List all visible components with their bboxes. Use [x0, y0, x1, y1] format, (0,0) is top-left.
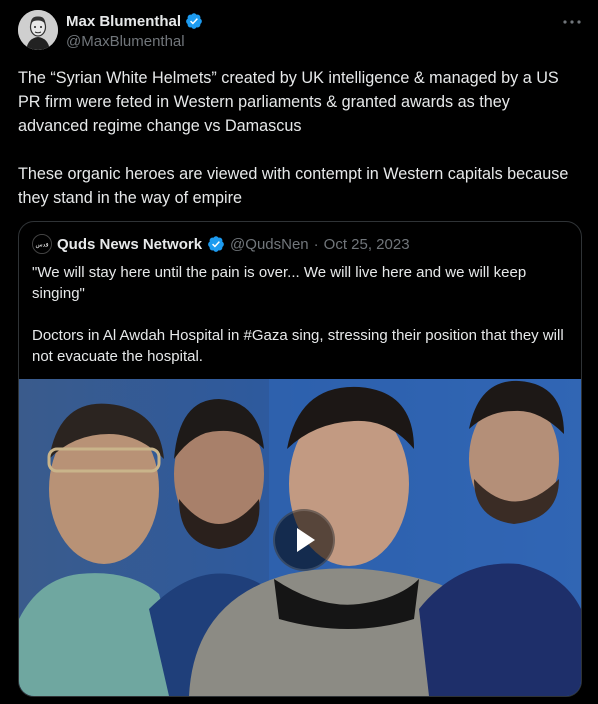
quoted-logo-text: قدس [36, 242, 49, 248]
meta-separator: · [313, 235, 319, 253]
quoted-author-name[interactable]: Quds News Network [57, 236, 202, 253]
author-name[interactable]: Max Blumenthal [66, 13, 181, 30]
tweet-text: The “Syrian White Helmets” created by UK… [18, 69, 569, 207]
quoted-tweet[interactable]: قدس Quds News Network @QudsNen · Oct 25,… [18, 221, 582, 697]
quoted-date[interactable]: Oct 25, 2023 [324, 236, 410, 253]
quoted-author-handle[interactable]: @QudsNen [230, 236, 309, 253]
quoted-tweet-text: "We will stay here until the pain is ove… [32, 264, 564, 365]
more-options-icon[interactable] [560, 10, 584, 34]
author-name-row[interactable]: Max Blumenthal [66, 12, 203, 30]
quoted-avatar[interactable]: قدس [32, 234, 52, 254]
video-thumbnail[interactable] [19, 379, 581, 696]
author-avatar[interactable] [18, 10, 58, 50]
play-icon [297, 528, 315, 552]
verified-badge-icon [208, 236, 224, 252]
verified-badge-icon [186, 13, 202, 29]
author-handle[interactable]: @MaxBlumenthal [66, 33, 185, 50]
tweet-card: Max Blumenthal @MaxBlumenthal The “Syria… [0, 0, 598, 704]
quoted-tweet-header: قدس Quds News Network @QudsNen · Oct 25,… [32, 234, 410, 254]
play-button[interactable] [273, 509, 335, 571]
